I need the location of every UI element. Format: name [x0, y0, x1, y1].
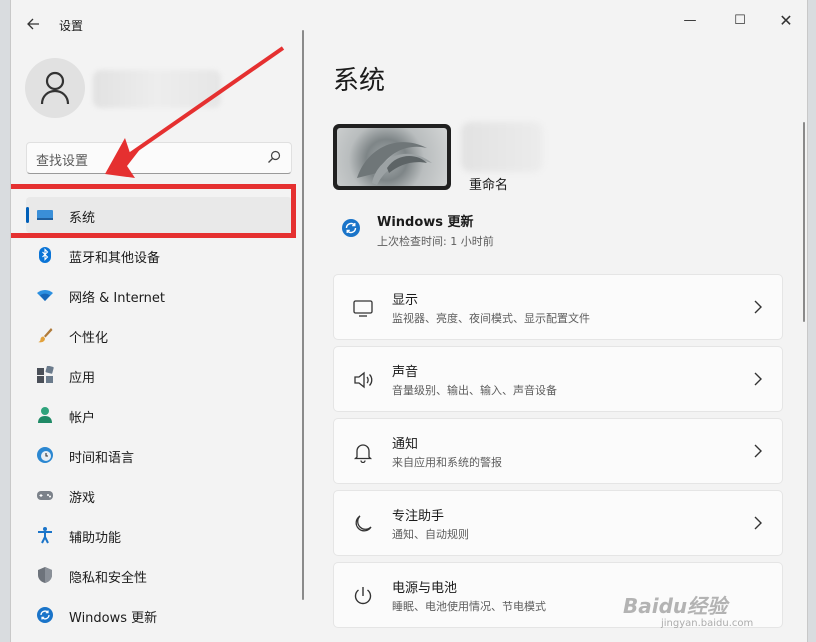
- bloom-wallpaper-icon: [357, 142, 432, 185]
- sidebar-item-label: 应用: [69, 371, 96, 386]
- user-name-redacted: [93, 70, 221, 108]
- desktop-thumbnail: [333, 124, 451, 190]
- account-icon: [38, 407, 52, 423]
- card-sound[interactable]: 声音 音量级别、输出、输入、声音设备: [333, 346, 783, 412]
- sidebar-scrollbar[interactable]: [302, 30, 304, 600]
- chevron-right-icon: [754, 444, 762, 458]
- avatar[interactable]: [25, 58, 85, 118]
- user-icon: [40, 71, 70, 105]
- card-title: 通知: [392, 437, 419, 452]
- card-subtitle: 通知、自动规则: [392, 528, 469, 541]
- highlight-annotation-box: [11, 184, 296, 238]
- card-display[interactable]: 显示 监视器、亮度、夜间模式、显示配置文件: [333, 274, 783, 340]
- app-title: 设置: [59, 19, 84, 33]
- card-title: 声音: [392, 365, 419, 380]
- chevron-right-icon: [754, 372, 762, 386]
- shield-icon: [38, 567, 52, 583]
- search-box[interactable]: 查找设置: [26, 142, 292, 174]
- card-subtitle: 音量级别、输出、输入、声音设备: [392, 384, 557, 397]
- apps-icon: [37, 366, 54, 383]
- windows-update-title[interactable]: Windows 更新: [377, 211, 474, 230]
- rename-link[interactable]: 重命名: [469, 174, 508, 193]
- bluetooth-icon: [39, 247, 51, 263]
- sidebar-item-label: 时间和语言: [69, 451, 135, 466]
- title-bar: 设置 — ☐ ✕: [11, 0, 807, 48]
- bell-icon: [353, 444, 373, 463]
- sidebar-item-label: 蓝牙和其他设备: [69, 251, 161, 266]
- watermark-logo: Baidu经验: [623, 594, 728, 618]
- maximize-button[interactable]: ☐: [717, 6, 763, 36]
- chevron-right-icon: [754, 516, 762, 530]
- sidebar-item-label: 个性化: [69, 331, 109, 346]
- sidebar-item-bluetooth[interactable]: 蓝牙和其他设备: [26, 237, 292, 273]
- card-subtitle: 来自应用和系统的警报: [392, 456, 502, 469]
- watermark-url: jingyan.baidu.com: [661, 618, 754, 629]
- card-subtitle: 睡眠、电池使用情况、节电模式: [392, 600, 546, 613]
- power-icon: [354, 587, 372, 605]
- sidebar-item-accounts[interactable]: 帐户: [26, 397, 292, 433]
- moon-icon: [355, 515, 372, 532]
- sidebar-item-label: 帐户: [69, 411, 96, 426]
- sidebar-item-accessibility[interactable]: 辅助功能: [26, 517, 292, 553]
- device-name-redacted: [461, 122, 543, 172]
- display-icon: [353, 300, 373, 317]
- sidebar-item-apps[interactable]: 应用: [26, 357, 292, 393]
- sidebar-item-label: 隐私和安全性: [69, 571, 148, 586]
- card-subtitle: 监视器、亮度、夜间模式、显示配置文件: [392, 312, 590, 325]
- gamepad-icon: [37, 491, 53, 500]
- sidebar-item-time-language[interactable]: 时间和语言: [26, 437, 292, 473]
- windows-update-icon: [342, 219, 360, 237]
- speaker-icon: [354, 371, 373, 389]
- wallpaper-preview: [337, 128, 447, 186]
- search-input[interactable]: 查找设置: [36, 150, 88, 169]
- sidebar-item-privacy[interactable]: 隐私和安全性: [26, 557, 292, 593]
- brush-icon: [38, 328, 53, 343]
- sidebar-item-personalization[interactable]: 个性化: [26, 317, 292, 353]
- sidebar-item-label: 辅助功能: [69, 531, 122, 546]
- accessibility-icon: [38, 527, 52, 544]
- card-title: 专注助手: [392, 509, 445, 524]
- minimize-button[interactable]: —: [667, 6, 713, 36]
- sync-icon: [37, 607, 53, 623]
- sidebar-item-windows-update[interactable]: Windows 更新: [26, 597, 292, 633]
- wifi-icon: [37, 290, 53, 301]
- search-icon[interactable]: [267, 150, 281, 164]
- clock-globe-icon: [37, 447, 53, 463]
- arrow-left-icon: [27, 18, 39, 30]
- sidebar-item-label: Windows 更新: [69, 611, 158, 626]
- sidebar-item-network[interactable]: 网络 & Internet: [26, 277, 292, 313]
- sidebar-item-label: 游戏: [69, 491, 96, 506]
- settings-window: 设置 — ☐ ✕ 查找设置 系统 蓝牙和其他设备 网络 & Internet 个…: [10, 0, 808, 642]
- main-scrollbar[interactable]: [803, 122, 805, 322]
- card-title: 显示: [392, 293, 419, 308]
- chevron-right-icon: [754, 300, 762, 314]
- card-notifications[interactable]: 通知 来自应用和系统的警报: [333, 418, 783, 484]
- close-button[interactable]: ✕: [763, 6, 807, 36]
- back-button[interactable]: [21, 12, 45, 36]
- page-title: 系统: [333, 66, 386, 96]
- sidebar-item-label: 网络 & Internet: [69, 291, 166, 306]
- card-title: 电源与电池: [392, 581, 458, 596]
- card-focus-assist[interactable]: 专注助手 通知、自动规则: [333, 490, 783, 556]
- sidebar-item-gaming[interactable]: 游戏: [26, 477, 292, 513]
- windows-update-status: 上次检查时间: 1 小时前: [377, 235, 494, 248]
